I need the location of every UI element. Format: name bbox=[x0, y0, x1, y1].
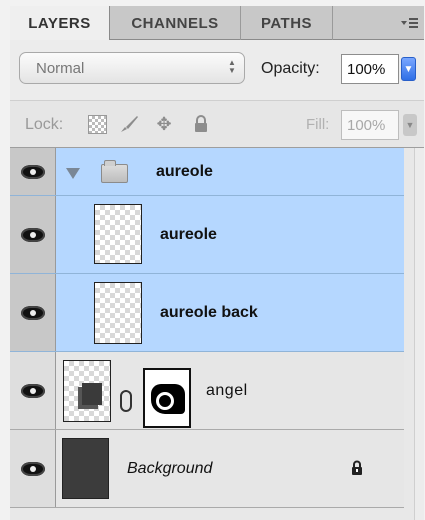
layer-background[interactable]: Background bbox=[10, 430, 404, 508]
fill-dropdown-button[interactable]: ▼ bbox=[403, 114, 417, 136]
eye-icon bbox=[20, 383, 45, 398]
select-arrows-icon: ▲ ▼ bbox=[228, 58, 236, 75]
layer-thumbnail bbox=[63, 360, 111, 422]
visibility-toggle[interactable] bbox=[10, 430, 56, 507]
layer-aureole-back[interactable]: aureole back bbox=[10, 274, 404, 352]
blend-mode-value: Normal bbox=[36, 59, 85, 77]
layer-name: aureole back bbox=[160, 304, 258, 321]
layer-mask-thumbnail[interactable] bbox=[143, 368, 191, 428]
tab-layers[interactable]: LAYERS bbox=[10, 6, 110, 41]
blend-mode-row: Normal ▲ ▼ Opacity: 100% ▼ bbox=[10, 40, 424, 100]
opacity-label: Opacity: bbox=[261, 60, 320, 77]
opacity-dropdown-button[interactable]: ▼ bbox=[401, 57, 416, 81]
visibility-toggle[interactable] bbox=[10, 196, 56, 273]
layer-name: Background bbox=[127, 460, 213, 477]
panel-menu-icon[interactable] bbox=[398, 13, 420, 33]
padlock-icon[interactable] bbox=[190, 113, 212, 135]
eye-icon bbox=[20, 164, 45, 179]
scrollbar-track[interactable] bbox=[414, 148, 424, 520]
eye-icon bbox=[20, 461, 45, 476]
mask-shape bbox=[151, 384, 185, 414]
panel-tab-bar: LAYERS CHANNELS PATHS bbox=[10, 6, 424, 41]
layers-list: aureole aureole aureole back angel Backg… bbox=[10, 148, 424, 520]
opacity-input[interactable]: 100% bbox=[341, 54, 399, 84]
visibility-toggle[interactable] bbox=[10, 148, 56, 195]
tab-channels[interactable]: CHANNELS bbox=[110, 6, 241, 40]
lock-label: Lock: bbox=[25, 116, 64, 133]
folder-icon bbox=[101, 160, 128, 183]
move-icon[interactable]: ✥ bbox=[153, 113, 175, 135]
chain-link-icon[interactable] bbox=[120, 390, 132, 412]
layer-name: aureole bbox=[160, 226, 217, 243]
padlock-icon-svg bbox=[352, 460, 362, 475]
lock-row: Lock: ✥ Fill: 100% ▼ bbox=[10, 100, 424, 148]
layer-thumbnail bbox=[94, 282, 142, 344]
layer-thumbnail bbox=[94, 204, 142, 264]
eye-icon bbox=[20, 227, 45, 242]
checker-swatch bbox=[87, 114, 107, 134]
brush-icon-svg bbox=[121, 116, 138, 132]
angel-art bbox=[82, 383, 102, 405]
layer-group-aureole[interactable]: aureole bbox=[10, 148, 404, 196]
padlock-icon-svg bbox=[195, 115, 207, 132]
layer-name: aureole bbox=[156, 163, 213, 180]
panel-menu-icon-svg bbox=[401, 18, 418, 28]
layer-name: angel bbox=[206, 382, 248, 399]
blend-mode-select[interactable]: Normal ▲ ▼ bbox=[19, 52, 245, 84]
lock-transparent-icon[interactable] bbox=[86, 113, 108, 135]
visibility-toggle[interactable] bbox=[10, 352, 56, 429]
fill-label: Fill: bbox=[306, 116, 330, 133]
eye-icon bbox=[20, 305, 45, 320]
fill-input[interactable]: 100% bbox=[341, 110, 399, 140]
padlock-icon bbox=[350, 460, 364, 479]
layer-thumbnail bbox=[62, 438, 109, 499]
layer-aureole[interactable]: aureole bbox=[10, 196, 404, 274]
brush-icon[interactable] bbox=[118, 113, 140, 135]
layer-angel[interactable]: angel bbox=[10, 352, 404, 430]
tab-paths[interactable]: PATHS bbox=[241, 6, 333, 40]
disclosure-triangle-icon[interactable] bbox=[66, 168, 80, 179]
visibility-toggle[interactable] bbox=[10, 274, 56, 351]
